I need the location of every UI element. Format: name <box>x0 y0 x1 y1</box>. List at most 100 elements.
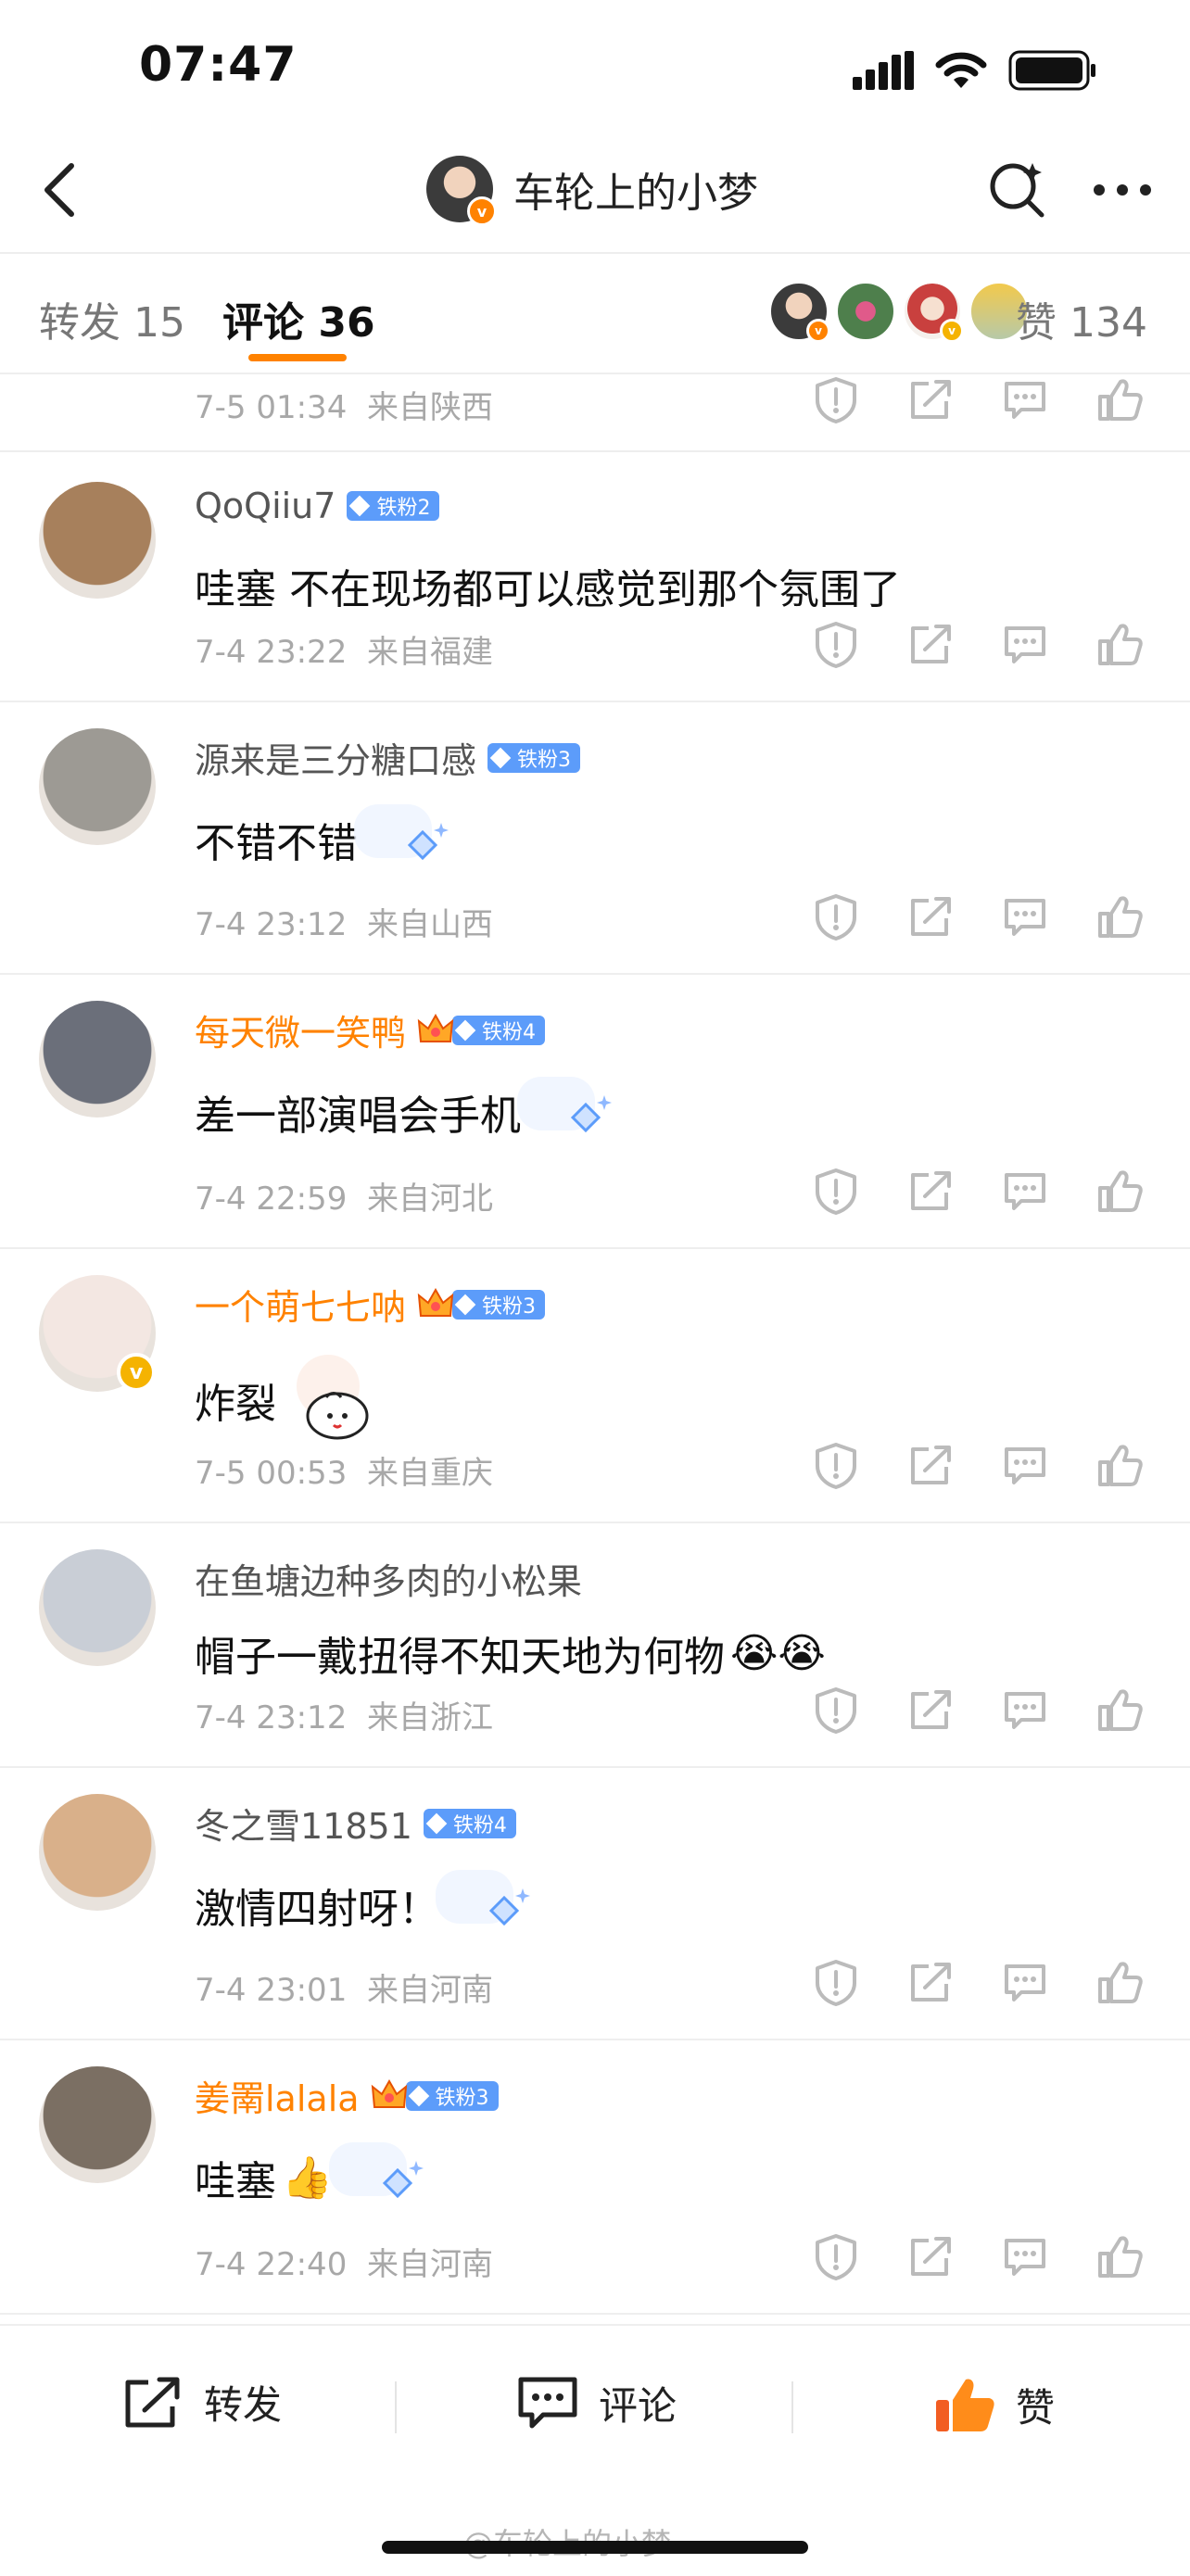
commenter-name[interactable]: 源来是三分糖口感 <box>195 732 476 783</box>
comment-meta: 7-5 01:34 来自陕西 <box>195 382 493 427</box>
like-button[interactable] <box>1092 2231 1147 2287</box>
avatar[interactable] <box>39 2066 156 2183</box>
fan-badge[interactable]: 铁粉2 <box>347 491 440 521</box>
report-button[interactable] <box>808 1166 864 1221</box>
crown-icon <box>417 1287 454 1321</box>
reply-button[interactable] <box>997 1440 1053 1496</box>
tab-repost[interactable]: 转发 15 <box>39 289 185 348</box>
comment-button[interactable]: 评论 <box>515 2374 677 2431</box>
avatar[interactable] <box>39 1794 156 1911</box>
share-button[interactable] <box>903 619 958 675</box>
tab-likes[interactable]: 赞 134 <box>1016 289 1147 348</box>
share-button[interactable] <box>903 1957 958 2013</box>
nav-avatar[interactable]: v <box>426 156 497 226</box>
commenter-name[interactable]: 姜罱lalala <box>195 2070 360 2121</box>
report-button[interactable] <box>808 1440 864 1496</box>
comment-item[interactable]: QoQiiu7 铁粉2 哇塞 不在现场都可以感觉到那个氛围了 7-4 23:22… <box>0 454 1190 702</box>
like-button[interactable] <box>1092 619 1147 675</box>
reply-button[interactable] <box>997 619 1053 675</box>
like-button[interactable] <box>1092 374 1147 430</box>
comment-meta: 7-4 22:40 来自河南 <box>195 2239 493 2284</box>
comment-location: 来自山西 <box>366 906 493 943</box>
comment-header: 冬之雪11851 铁粉4 <box>195 1798 516 1849</box>
like-button[interactable] <box>1092 1685 1147 1740</box>
avatar[interactable]: v <box>39 1275 156 1392</box>
report-button[interactable] <box>808 374 864 430</box>
comment-time: 7-4 23:22 <box>195 634 348 671</box>
comment-item[interactable]: v 一个萌七七呐 铁粉3 炸裂 7-5 00:53 来自重庆 <box>0 1247 1190 1523</box>
commenter-name[interactable]: 一个萌七七呐 <box>195 1279 406 1330</box>
comment-time: 7-4 22:40 <box>195 2246 348 2283</box>
nav-user[interactable]: v 车轮上的小梦 <box>426 156 758 226</box>
commenter-name[interactable]: QoQiiu7 <box>195 486 335 526</box>
share-button[interactable] <box>903 374 958 430</box>
diamond-icon <box>349 495 371 517</box>
back-chevron-icon <box>44 163 74 217</box>
like-button[interactable] <box>1092 1957 1147 2013</box>
tab-comments[interactable]: 评论 36 <box>222 289 375 348</box>
reply-icon <box>1003 1690 1047 1735</box>
report-button[interactable] <box>808 891 864 947</box>
bottom-bar: 转发 评论 赞 @车轮上的小梦 <box>0 2324 1190 2576</box>
commenter-name[interactable]: 在鱼塘边种多肉的小松果 <box>195 1553 582 1604</box>
report-button[interactable] <box>808 2231 864 2287</box>
share-button[interactable] <box>903 1440 958 1496</box>
avatar[interactable] <box>39 482 156 599</box>
reply-button[interactable] <box>997 891 1053 947</box>
like-button[interactable]: 赞 <box>932 2374 1055 2435</box>
status-bar: 07:47 <box>0 0 1190 130</box>
comment-actions <box>808 619 1147 675</box>
comment-header: 每天微一笑鸭 铁粉4 <box>195 1004 546 1055</box>
reply-icon <box>1003 1446 1047 1490</box>
back-button[interactable] <box>28 158 93 222</box>
search-icon[interactable] <box>986 159 1047 221</box>
fan-badge[interactable]: 铁粉4 <box>423 1808 516 1838</box>
like-button[interactable] <box>1092 1440 1147 1496</box>
page-title: 车轮上的小梦 <box>513 170 758 217</box>
repost-button[interactable]: 转发 <box>120 2374 282 2431</box>
share-button[interactable] <box>903 891 958 947</box>
like-button[interactable] <box>1092 1166 1147 1221</box>
fan-badge[interactable]: 铁粉4 <box>452 1015 546 1045</box>
report-button[interactable] <box>808 1685 864 1740</box>
fan-badge[interactable]: 铁粉3 <box>487 742 581 773</box>
comment-item[interactable]: 每天微一笑鸭 铁粉4 差一部演唱会手机 7-4 22:59 来自河北 <box>0 973 1190 1249</box>
report-icon <box>814 1442 858 1494</box>
share-icon <box>908 896 953 942</box>
tab-likes-label: 赞 <box>1016 299 1057 347</box>
comment-meta: 7-4 23:01 来自河南 <box>195 1964 493 2010</box>
commenter-name[interactable]: 冬之雪11851 <box>195 1798 412 1849</box>
liker-avatars[interactable]: v v <box>769 282 1029 343</box>
liker-avatar: v <box>769 282 830 343</box>
fan-badge[interactable]: 铁粉3 <box>452 1289 546 1320</box>
comment-item[interactable]: 冬之雪11851 铁粉4 激情四射呀！ 7-4 23:01 来自河南 <box>0 1766 1190 2040</box>
report-button[interactable] <box>808 619 864 675</box>
commenter-name[interactable]: 每天微一笑鸭 <box>195 1004 406 1055</box>
comment-text: 差一部演唱会手机 <box>195 1092 521 1140</box>
share-button[interactable] <box>903 1166 958 1221</box>
like-button[interactable] <box>1092 891 1147 947</box>
reply-button[interactable] <box>997 1685 1053 1740</box>
comment-location: 来自河南 <box>366 1972 493 2009</box>
comment-item[interactable]: 姜罱lalala 铁粉3 哇塞 👍 7-4 22:40 来自河南 <box>0 2039 1190 2315</box>
reply-button[interactable] <box>997 374 1053 430</box>
avatar[interactable] <box>39 728 156 845</box>
comment-text: 哇塞 不在现场都可以感觉到那个氛围了 <box>195 566 901 613</box>
comment-item[interactable]: 源来是三分糖口感 铁粉3 不错不错 7-4 23:12 来自山西 <box>0 701 1190 975</box>
comment-actions <box>808 1685 1147 1740</box>
reply-button[interactable] <box>997 1957 1053 2013</box>
wifi-icon <box>935 52 987 88</box>
divider <box>395 2381 397 2433</box>
diamond-sticker-icon <box>436 1868 538 1942</box>
avatar[interactable] <box>39 1001 156 1118</box>
reply-button[interactable] <box>997 2231 1053 2287</box>
comment-item[interactable]: 在鱼塘边种多肉的小松果 帽子一戴扭得不知天地为何物 😭😭 7-4 23:12 来自… <box>0 1522 1190 1768</box>
report-button[interactable] <box>808 1957 864 2013</box>
avatar[interactable] <box>39 1549 156 1666</box>
reply-button[interactable] <box>997 1166 1053 1221</box>
more-icon[interactable] <box>1092 181 1153 199</box>
share-button[interactable] <box>903 2231 958 2287</box>
fan-badge[interactable]: 铁粉3 <box>405 2080 499 2111</box>
share-button[interactable] <box>903 1685 958 1740</box>
diamond-icon <box>454 1019 476 1041</box>
